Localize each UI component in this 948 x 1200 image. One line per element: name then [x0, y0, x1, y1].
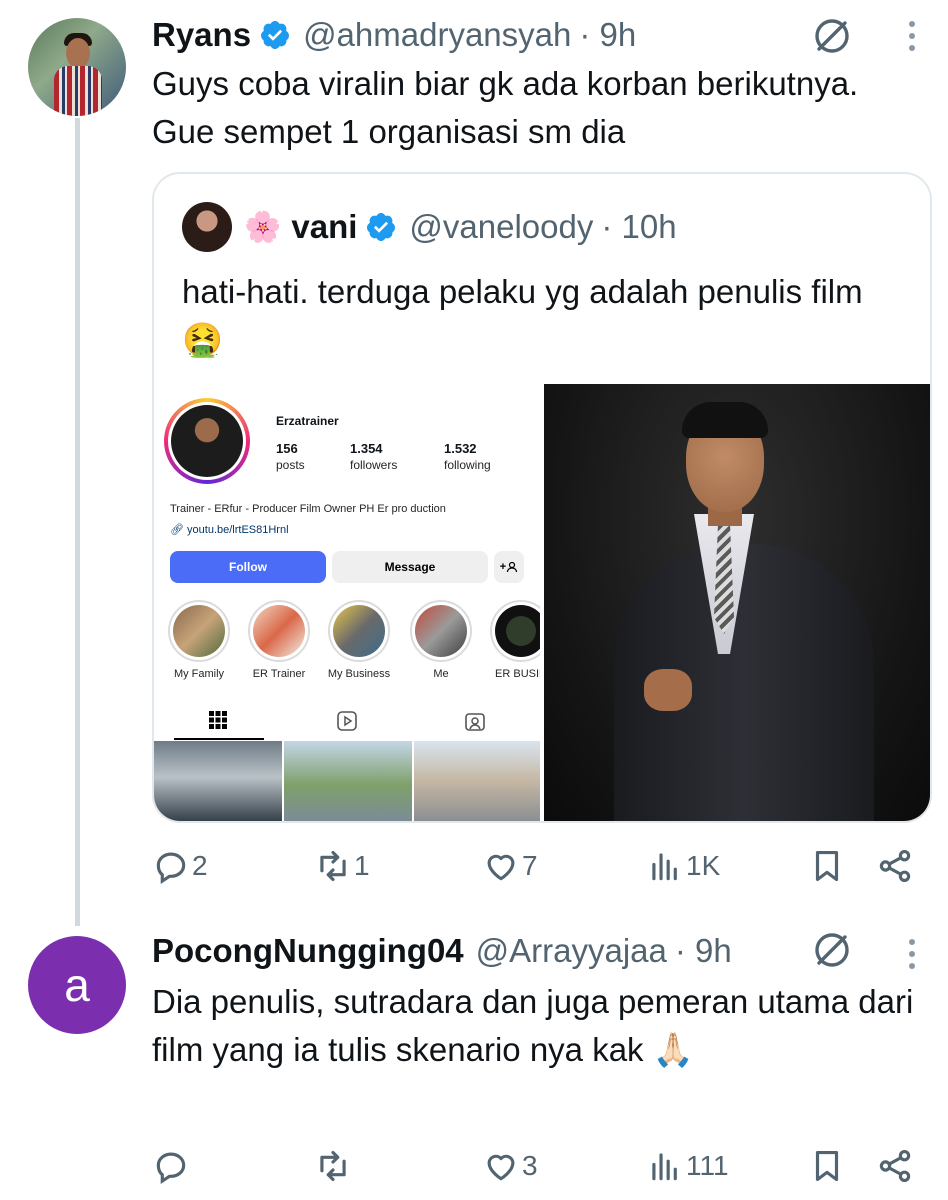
share-icon: [879, 850, 911, 882]
like-count: 3: [522, 1150, 538, 1181]
person-icon: [507, 561, 518, 573]
ig-highlight: ER Trainer: [246, 600, 312, 680]
tweet-actions: 2 1 7 1K: [152, 842, 922, 890]
user-handle[interactable]: @ahmadryansyah: [303, 16, 571, 54]
tweet-actions: 3 111: [152, 1142, 922, 1190]
share-button[interactable]: [876, 1142, 914, 1190]
ig-username: Erzatrainer: [276, 414, 339, 428]
ig-message-button: Message: [332, 551, 488, 583]
repost-count: 1: [354, 850, 370, 881]
reply-icon: [156, 1152, 186, 1185]
ig-bio: Trainer - ERfur - Producer Film Owner PH…: [170, 503, 446, 515]
repost-icon: [320, 1150, 346, 1182]
avatar[interactable]: a: [28, 936, 126, 1034]
repost-button[interactable]: [314, 1142, 354, 1190]
heart-icon: [487, 854, 515, 881]
views-icon: [652, 853, 677, 881]
ig-followers-stat: 1.354 followers: [350, 441, 397, 472]
bookmark-button[interactable]: [808, 842, 846, 890]
tweet-text: Dia penulis, sutradara dan juga pemeran …: [152, 983, 914, 1068]
ig-following-stat: 1.532 following: [444, 441, 491, 472]
views-button[interactable]: 1K: [646, 842, 720, 890]
ig-following-label: following: [444, 458, 491, 472]
views-count: 1K: [686, 850, 721, 881]
quoted-tweet-text: hati-hati. terduga pelaku yg adalah penu…: [182, 273, 863, 358]
like-button[interactable]: 7: [482, 842, 538, 890]
grok-icon[interactable]: [812, 930, 852, 970]
reply-button[interactable]: [152, 1142, 192, 1190]
flower-emoji-icon: 🌸: [244, 210, 282, 244]
ig-highlight-label: My Family: [173, 668, 225, 680]
ig-posts-label: posts: [276, 458, 305, 472]
man-in-suit-photo[interactable]: [544, 384, 930, 821]
quoted-user-handle: @vaneloody: [409, 208, 594, 245]
views-count: 111: [686, 1150, 729, 1181]
timestamp[interactable]: · 9h: [675, 932, 732, 970]
verified-badge-icon: [261, 21, 290, 49]
ig-highlight: Me: [408, 600, 474, 680]
ig-highlight: My Family: [166, 600, 232, 680]
ig-link-text: youtu.be/lrtES81Hrnl: [187, 524, 289, 536]
reply-icon: [156, 852, 186, 885]
share-icon: [879, 1150, 911, 1182]
reply-count: 2: [192, 850, 208, 881]
ig-highlight-label: ER Trainer: [252, 668, 306, 680]
quoted-display-name[interactable]: vani: [291, 208, 357, 246]
ig-link: 🔗︎ youtu.be/lrtES81Hrnl: [170, 523, 289, 536]
bookmark-icon: [815, 850, 839, 882]
thread-connector-line: [75, 118, 80, 926]
verified-badge-icon: [367, 213, 396, 241]
repost-button[interactable]: 1: [314, 842, 370, 890]
ig-posts-count: 156: [276, 441, 298, 456]
views-button[interactable]: 111: [646, 1142, 729, 1190]
ig-highlight: ER BUSIN: [488, 600, 540, 680]
like-count: 7: [522, 850, 538, 881]
grok-icon[interactable]: [812, 16, 852, 56]
quoted-tweet[interactable]: 🌸 vani @vaneloody · 10h hati-hati. terdu…: [152, 172, 932, 823]
ig-highlight-label: ER BUSIN: [495, 668, 540, 680]
ig-followers-label: followers: [350, 458, 398, 472]
like-button[interactable]: 3: [482, 1142, 538, 1190]
ig-add-person-button: +: [494, 551, 524, 583]
reels-icon: [337, 711, 357, 731]
ig-followers-count: 1.354: [350, 441, 383, 456]
ig-profile-picture: [164, 398, 250, 484]
views-icon: [652, 1153, 677, 1181]
quoted-timestamp: · 10h: [601, 208, 677, 245]
quoted-tweet-text-wrap: hati-hati. terduga pelaku yg adalah penu…: [182, 268, 912, 364]
tweet-text: Guys coba viralin biar gk ada korban ber…: [152, 65, 859, 150]
more-options-icon[interactable]: [906, 18, 918, 54]
avatar[interactable]: [28, 18, 126, 116]
tagged-icon: [465, 713, 485, 731]
user-handle[interactable]: @Arrayyajaa: [476, 932, 667, 970]
reply-button[interactable]: 2: [152, 842, 208, 890]
bookmark-button[interactable]: [808, 1142, 846, 1190]
quoted-avatar[interactable]: [182, 202, 232, 252]
ig-post-grid: [154, 741, 540, 821]
more-options-icon[interactable]: [906, 936, 918, 972]
tweet-header: Ryans @ahmadryansyah · 9h: [152, 12, 636, 58]
share-button[interactable]: [876, 842, 914, 890]
bookmark-icon: [815, 1150, 839, 1182]
grid-icon: [209, 711, 227, 729]
ig-following-count: 1.532: [444, 441, 477, 456]
quoted-tweet-header: 🌸 vani @vaneloody · 10h: [182, 202, 677, 252]
display-name[interactable]: PocongNungging04: [152, 932, 464, 970]
heart-icon: [487, 1154, 515, 1181]
repost-icon: [320, 850, 346, 882]
ig-posts-stat: 156 posts: [276, 441, 305, 472]
ig-follow-button: Follow: [170, 551, 326, 583]
timestamp[interactable]: · 9h: [579, 16, 636, 54]
link-icon: 🔗︎: [170, 524, 184, 536]
tweet-header: PocongNungging04 @Arrayyajaa · 9h: [152, 928, 732, 974]
ig-highlight-label: Me: [433, 668, 449, 680]
ig-tabs: [154, 704, 540, 740]
instagram-profile-screenshot[interactable]: Erzatrainer 156 posts 1.354 followers 1.…: [154, 384, 540, 821]
quoted-media[interactable]: Erzatrainer 156 posts 1.354 followers 1.…: [154, 384, 930, 821]
ig-highlight: My Business: [326, 600, 392, 680]
ig-highlight-label: My Business: [327, 668, 391, 680]
display-name[interactable]: Ryans: [152, 16, 251, 54]
